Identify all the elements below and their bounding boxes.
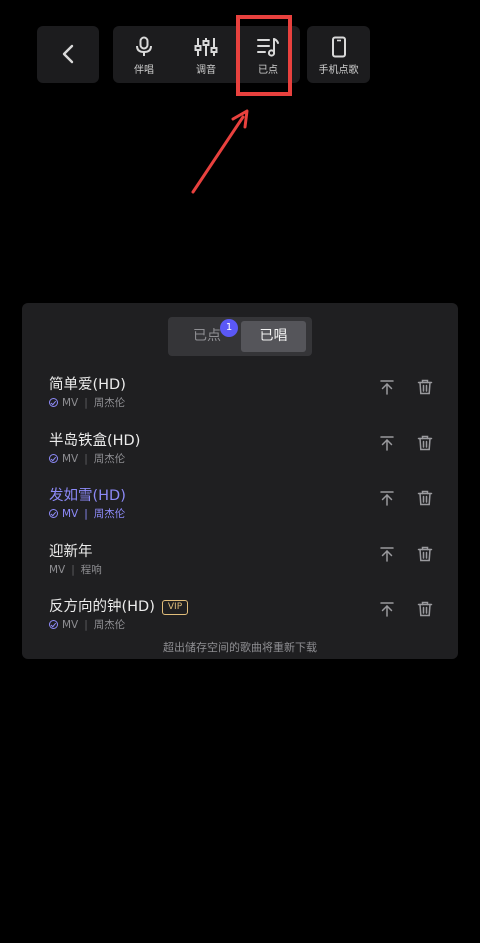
meta-divider: |: [84, 396, 88, 409]
tuning-button[interactable]: 调音: [175, 26, 237, 83]
song-artist: 周杰伦: [93, 397, 126, 409]
song-type: MV: [62, 507, 79, 520]
chevron-left-icon: [62, 44, 74, 64]
song-meta: MV | 程响: [49, 562, 102, 577]
meta-divider: |: [84, 452, 88, 465]
song-row[interactable]: 迎新年 MV | 程响: [22, 540, 458, 590]
downloaded-check-icon: [49, 454, 58, 463]
song-artist: 周杰伦: [93, 453, 126, 465]
phone-order-label: 手机点歌: [318, 65, 359, 76]
move-to-top-icon[interactable]: [379, 435, 395, 451]
song-title: 反方向的钟(HD): [49, 599, 155, 615]
delete-icon[interactable]: [417, 546, 433, 562]
segment-control: 已点 1 已唱: [168, 317, 312, 356]
delete-icon[interactable]: [417, 601, 433, 617]
song-title-wrap: 反方向的钟(HD) VIP: [49, 595, 189, 616]
downloaded-check-icon: [49, 509, 58, 518]
move-to-top-icon[interactable]: [379, 490, 395, 506]
song-title: 半岛铁盒(HD): [49, 433, 141, 449]
accompany-button[interactable]: 伴唱: [113, 26, 175, 83]
phone-icon: [331, 36, 346, 58]
move-to-top-icon[interactable]: [379, 379, 395, 395]
song-row[interactable]: 简单爱(HD) MV | 周杰伦: [22, 373, 458, 423]
phone-order-button[interactable]: 手机点歌: [307, 26, 370, 83]
annotation-arrow-icon: [191, 109, 249, 194]
tab-sung-label: 已唱: [259, 328, 288, 344]
microphone-icon: [136, 36, 152, 56]
song-title: 发如雪(HD): [49, 488, 126, 504]
tuning-label: 调音: [196, 65, 216, 76]
meta-divider: |: [84, 618, 88, 631]
storage-note: 超出储存空间的歌曲将重新下载: [163, 641, 317, 654]
song-row-active[interactable]: 发如雪(HD) MV | 周杰伦: [22, 484, 458, 534]
song-list-panel: 已点 1 已唱 简单爱(HD) MV | 周杰伦 半岛铁盒(HD) MV | 周…: [22, 303, 458, 659]
phone-order-item: 手机点歌: [307, 26, 370, 83]
back-button[interactable]: [37, 26, 99, 83]
meta-divider: |: [84, 507, 88, 520]
song-meta: MV | 周杰伦: [49, 617, 125, 632]
tab-sung[interactable]: 已唱: [241, 321, 306, 352]
song-title: 迎新年: [49, 544, 93, 560]
move-to-top-icon[interactable]: [379, 601, 395, 617]
delete-icon[interactable]: [417, 379, 433, 395]
song-meta: MV | 周杰伦: [49, 506, 125, 521]
song-meta: MV | 周杰伦: [49, 451, 125, 466]
accompany-label: 伴唱: [134, 65, 154, 76]
delete-icon[interactable]: [417, 490, 433, 506]
song-meta: MV | 周杰伦: [49, 395, 125, 410]
downloaded-check-icon: [49, 398, 58, 407]
sliders-icon: [194, 38, 218, 56]
tab-queued-label: 已点: [193, 328, 221, 344]
song-title: 简单爱(HD): [49, 377, 126, 393]
song-row[interactable]: 半岛铁盒(HD) MV | 周杰伦: [22, 429, 458, 479]
queued-count-badge: 1: [220, 319, 238, 337]
downloaded-check-icon: [49, 620, 58, 629]
highlight-box: [236, 15, 292, 96]
song-artist: 周杰伦: [93, 508, 126, 520]
song-type: MV: [62, 618, 79, 631]
song-type: MV: [49, 563, 66, 576]
song-artist: 程响: [80, 564, 102, 576]
song-row[interactable]: 反方向的钟(HD) VIP MV | 周杰伦: [22, 595, 458, 645]
song-artist: 周杰伦: [93, 619, 126, 631]
song-type: MV: [62, 396, 79, 409]
vip-badge: VIP: [161, 600, 189, 615]
move-to-top-icon[interactable]: [379, 546, 395, 562]
delete-icon[interactable]: [417, 435, 433, 451]
song-type: MV: [62, 452, 79, 465]
meta-divider: |: [71, 563, 75, 576]
